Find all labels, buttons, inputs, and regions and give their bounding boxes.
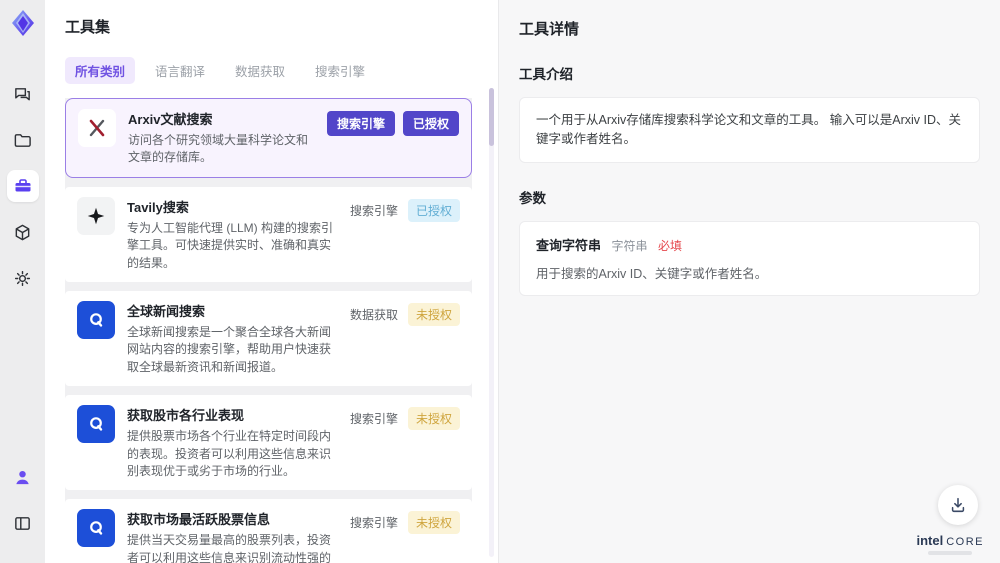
tool-card-arxiv[interactable]: Arxiv文献搜索 访问各个研究领域大量科学论文和文章的存储库。 搜索引擎 已授… bbox=[65, 98, 472, 178]
tool-tags: 数据获取 未授权 bbox=[348, 301, 460, 326]
intel-core-badge: intel CORE bbox=[916, 533, 984, 555]
blue-search-logo-icon bbox=[77, 300, 115, 339]
param-box: 查询字符串 字符串 必填 用于搜索的Arxiv ID、关键字或作者姓名。 bbox=[519, 220, 980, 296]
tool-card-body: Arxiv文献搜索 访问各个研究领域大量科学论文和文章的存储库。 bbox=[128, 109, 327, 167]
sidebar-item-toolset[interactable] bbox=[6, 170, 39, 202]
tool-list: Arxiv文献搜索 访问各个研究领域大量科学论文和文章的存储库。 搜索引擎 已授… bbox=[65, 98, 472, 563]
param-header: 查询字符串 字符串 必填 bbox=[536, 235, 963, 255]
category-tabs: 所有类别 语言翻译 数据获取 搜索引擎 bbox=[65, 57, 484, 84]
sidebar-item-settings[interactable] bbox=[7, 262, 39, 294]
tool-name: 全球新闻搜索 bbox=[127, 303, 206, 319]
intro-text: 一个用于从Arxiv存储库搜索科学论文和文章的工具。 输入可以是Arxiv ID… bbox=[536, 113, 962, 146]
download-button[interactable] bbox=[938, 485, 978, 525]
auth-status-badge[interactable]: 已授权 bbox=[402, 111, 459, 136]
intro-heading: 工具介绍 bbox=[519, 67, 573, 82]
tool-desc: 全球新闻搜索是一个聚合全球各大新闻网站内容的搜索引擎，帮助用户快速获取全球最新资… bbox=[127, 324, 332, 374]
category-tag: 搜索引擎 bbox=[349, 203, 398, 218]
tool-name: 获取市场最活跃股票信息 bbox=[127, 512, 271, 528]
tool-card-sector-performance[interactable]: 获取股市各行业表现 提供股票市场各个行业在特定时间段内的表现。投资者可以利用这些… bbox=[65, 395, 472, 491]
tool-card-tavily[interactable]: Tavily搜索 专为人工智能代理 (LLM) 构建的搜索引擎工具。可快速提供实… bbox=[65, 186, 472, 282]
cube-icon bbox=[15, 224, 30, 240]
brand-primary: intel bbox=[916, 533, 944, 548]
toolset-panel: 工具集 所有类别 语言翻译 数据获取 搜索引擎 Arxiv文献搜索 访问各个研究… bbox=[45, 0, 498, 563]
arxiv-logo-icon bbox=[78, 109, 116, 147]
category-tag: 数据获取 bbox=[349, 307, 398, 322]
sparkle-logo-icon bbox=[77, 196, 115, 235]
sidebar-item-files[interactable] bbox=[7, 124, 39, 156]
tab-all-categories[interactable]: 所有类别 bbox=[65, 57, 136, 84]
param-type: 字符串 bbox=[611, 238, 648, 253]
page-title: 工具集 bbox=[65, 19, 111, 36]
brand-subline bbox=[928, 551, 973, 555]
panel-toggle-icon bbox=[15, 516, 30, 530]
left-rail bbox=[0, 0, 45, 563]
tool-desc: 提供股票市场各个行业在特定时间段内的表现。投资者可以利用这些信息来识别表现优于或… bbox=[127, 429, 332, 478]
tool-card-body: 获取股市各行业表现 提供股票市场各个行业在特定时间段内的表现。投资者可以利用这些… bbox=[127, 405, 348, 480]
tool-detail-panel: 工具详情 工具介绍 一个用于从Arxiv存储库搜索科学论文和文章的工具。 输入可… bbox=[498, 0, 1000, 563]
rail-bottom bbox=[7, 461, 39, 553]
auth-status-badge[interactable]: 已授权 bbox=[407, 198, 460, 222]
tool-tags: 搜索引擎 已授权 bbox=[326, 109, 459, 136]
tool-tags: 搜索引擎 已授权 bbox=[348, 197, 460, 222]
toolbox-icon bbox=[15, 179, 30, 192]
tool-tags: 搜索引擎 未授权 bbox=[348, 405, 460, 431]
app-window: 工具集 所有类别 语言翻译 数据获取 搜索引擎 Arxiv文献搜索 访问各个研究… bbox=[0, 0, 1000, 563]
download-icon bbox=[951, 497, 965, 513]
gear-icon bbox=[14, 270, 31, 286]
blue-search-logo-icon bbox=[77, 509, 115, 548]
user-avatar-button[interactable] bbox=[7, 461, 39, 493]
intel-core-logo: intel CORE bbox=[916, 533, 984, 548]
tool-name: Tavily搜索 bbox=[127, 199, 189, 215]
tool-card-most-active-stocks[interactable]: 获取市场最活跃股票信息 提供当天交易量最高的股票列表，投资者可以利用这些信息来识… bbox=[65, 499, 472, 563]
tool-card-body: 获取市场最活跃股票信息 提供当天交易量最高的股票列表，投资者可以利用这些信息来识… bbox=[127, 509, 348, 563]
gem-logo-icon bbox=[11, 10, 34, 36]
blue-search-logo-icon bbox=[77, 405, 115, 444]
folder-icon bbox=[14, 133, 31, 147]
category-tag: 搜索引擎 bbox=[349, 516, 398, 531]
detail-panel-title: 工具详情 bbox=[519, 21, 580, 38]
tab-translation[interactable]: 语言翻译 bbox=[145, 57, 215, 84]
tool-name: 获取股市各行业表现 bbox=[127, 408, 245, 424]
tab-search-engine[interactable]: 搜索引擎 bbox=[305, 57, 375, 84]
auth-status-badge[interactable]: 未授权 bbox=[407, 511, 460, 535]
tool-desc: 访问各个研究领域大量科学论文和文章的存储库。 bbox=[128, 133, 309, 165]
param-desc: 用于搜索的Arxiv ID、关键字或作者姓名。 bbox=[536, 266, 768, 281]
app-logo[interactable] bbox=[8, 8, 38, 38]
intro-box: 一个用于从Arxiv存储库搜索科学论文和文章的工具。 输入可以是Arxiv ID… bbox=[519, 97, 980, 163]
params-heading: 参数 bbox=[519, 190, 546, 206]
scrollbar-thumb[interactable] bbox=[489, 88, 494, 146]
sidebar-item-packages[interactable] bbox=[7, 216, 39, 248]
tool-desc: 提供当天交易量最高的股票列表，投资者可以利用这些信息来识别流动性强的股票和潜在的… bbox=[127, 533, 332, 563]
list-scrollbar[interactable] bbox=[489, 88, 494, 557]
param-name: 查询字符串 bbox=[536, 237, 602, 253]
auth-status-badge[interactable]: 未授权 bbox=[407, 407, 460, 431]
tool-desc: 专为人工智能代理 (LLM) 构建的搜索引擎工具。可快速提供实时、准确和真实的结… bbox=[127, 220, 334, 270]
tool-name: Arxiv文献搜索 bbox=[128, 112, 213, 127]
collapse-panel-button[interactable] bbox=[7, 507, 39, 539]
category-tag[interactable]: 搜索引擎 bbox=[326, 111, 395, 136]
brand-secondary: CORE bbox=[946, 536, 984, 548]
tool-card-global-news[interactable]: 全球新闻搜索 全球新闻搜索是一个聚合全球各大新闻网站内容的搜索引擎，帮助用户快速… bbox=[65, 290, 472, 387]
tool-tags: 搜索引擎 未授权 bbox=[348, 509, 460, 535]
category-tag: 搜索引擎 bbox=[349, 412, 398, 427]
tool-card-body: Tavily搜索 专为人工智能代理 (LLM) 构建的搜索引擎工具。可快速提供实… bbox=[127, 197, 348, 272]
auth-status-badge[interactable]: 未授权 bbox=[407, 302, 460, 326]
user-icon bbox=[16, 470, 29, 484]
tab-data-fetch[interactable]: 数据获取 bbox=[225, 57, 295, 84]
tool-card-body: 全球新闻搜索 全球新闻搜索是一个聚合全球各大新闻网站内容的搜索引擎，帮助用户快速… bbox=[127, 301, 348, 376]
param-required-badge: 必填 bbox=[657, 238, 682, 253]
sidebar-item-chat[interactable] bbox=[7, 78, 39, 110]
chat-icon bbox=[15, 87, 30, 100]
